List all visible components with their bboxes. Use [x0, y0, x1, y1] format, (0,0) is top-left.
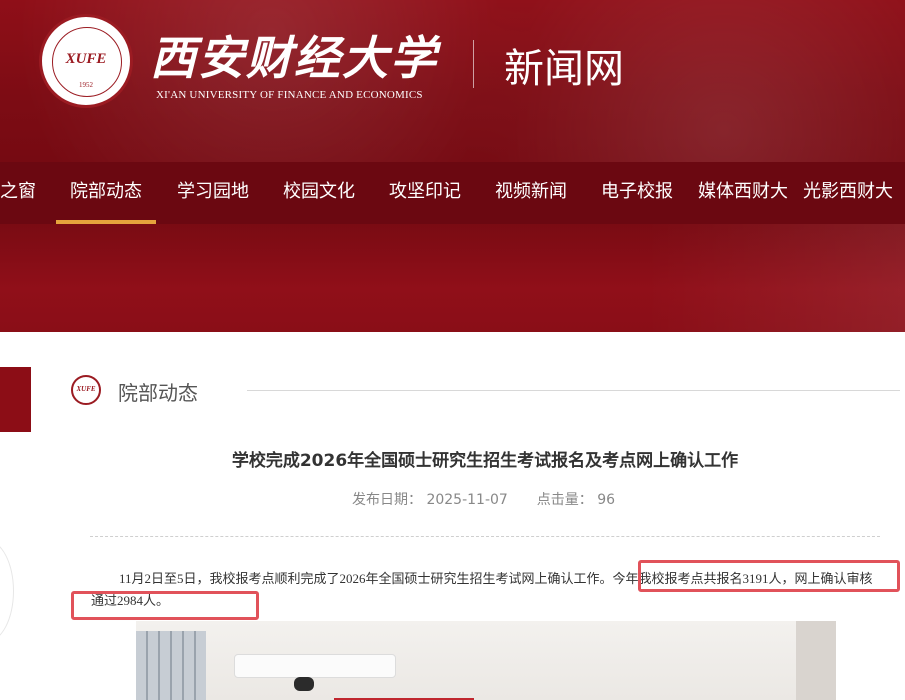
school-name-en: XI'AN UNIVERSITY OF FINANCE AND ECONOMIC… [156, 89, 423, 101]
highlight-box-confirmed [71, 591, 259, 620]
nav-item-window[interactable]: 之窗 [0, 162, 36, 224]
section-title-line [247, 390, 900, 391]
section-icon-text: XUFE [76, 385, 96, 393]
header-divider [473, 40, 474, 88]
seal-year: 1952 [79, 81, 93, 89]
main-nav: 之窗 院部动态 学习园地 校园文化 攻坚印记 视频新闻 电子校报 媒体西财大 光… [0, 162, 905, 224]
site-header: XUFE 1952 西安财经大学 XI'AN UNIVERSITY OF FIN… [0, 0, 905, 162]
nav-item-photo[interactable]: 光影西财大 [803, 162, 893, 224]
nav-item-study[interactable]: 学习园地 [177, 162, 249, 224]
highlight-box-registration [638, 560, 900, 592]
school-name-cn[interactable]: 西安财经大学 [150, 22, 438, 88]
nav-item-e-paper[interactable]: 电子校报 [601, 162, 673, 224]
meta-divider [90, 536, 880, 537]
article-meta: 发布日期： 2025-11-07 点击量： 96 [352, 489, 615, 509]
publish-date-label: 发布日期： [352, 492, 422, 508]
publish-date: 2025-11-07 [426, 492, 508, 508]
click-count-label: 点击量： [536, 492, 593, 508]
photo-wall [796, 621, 836, 700]
nav-item-poverty-alleviation[interactable]: 攻坚印记 [389, 162, 461, 224]
photo-window [136, 631, 206, 700]
photo-air-conditioner [234, 654, 396, 678]
nav-item-department-news[interactable]: 院部动态 [56, 162, 156, 224]
side-tab[interactable] [0, 367, 31, 432]
university-seal-logo[interactable]: XUFE 1952 [39, 14, 133, 108]
section-title: 院部动态 [118, 381, 198, 405]
side-decoration [0, 540, 14, 642]
article-title: 学校完成2026年全国硕士研究生招生考试报名及考点网上确认工作 [231, 451, 739, 471]
header-banner [0, 224, 905, 332]
header-pattern [0, 0, 905, 162]
seal-abbr: XUFE [65, 51, 107, 67]
section-logo-icon: XUFE [71, 375, 101, 405]
banner-shade [645, 224, 905, 332]
site-name[interactable]: 新闻网 [504, 36, 624, 94]
photo-camera [294, 677, 314, 691]
article-photo [136, 621, 836, 700]
nav-item-media[interactable]: 媒体西财大 [698, 162, 788, 224]
nav-item-campus-culture[interactable]: 校园文化 [283, 162, 355, 224]
click-count: 96 [597, 492, 616, 508]
nav-item-video-news[interactable]: 视频新闻 [495, 162, 567, 224]
